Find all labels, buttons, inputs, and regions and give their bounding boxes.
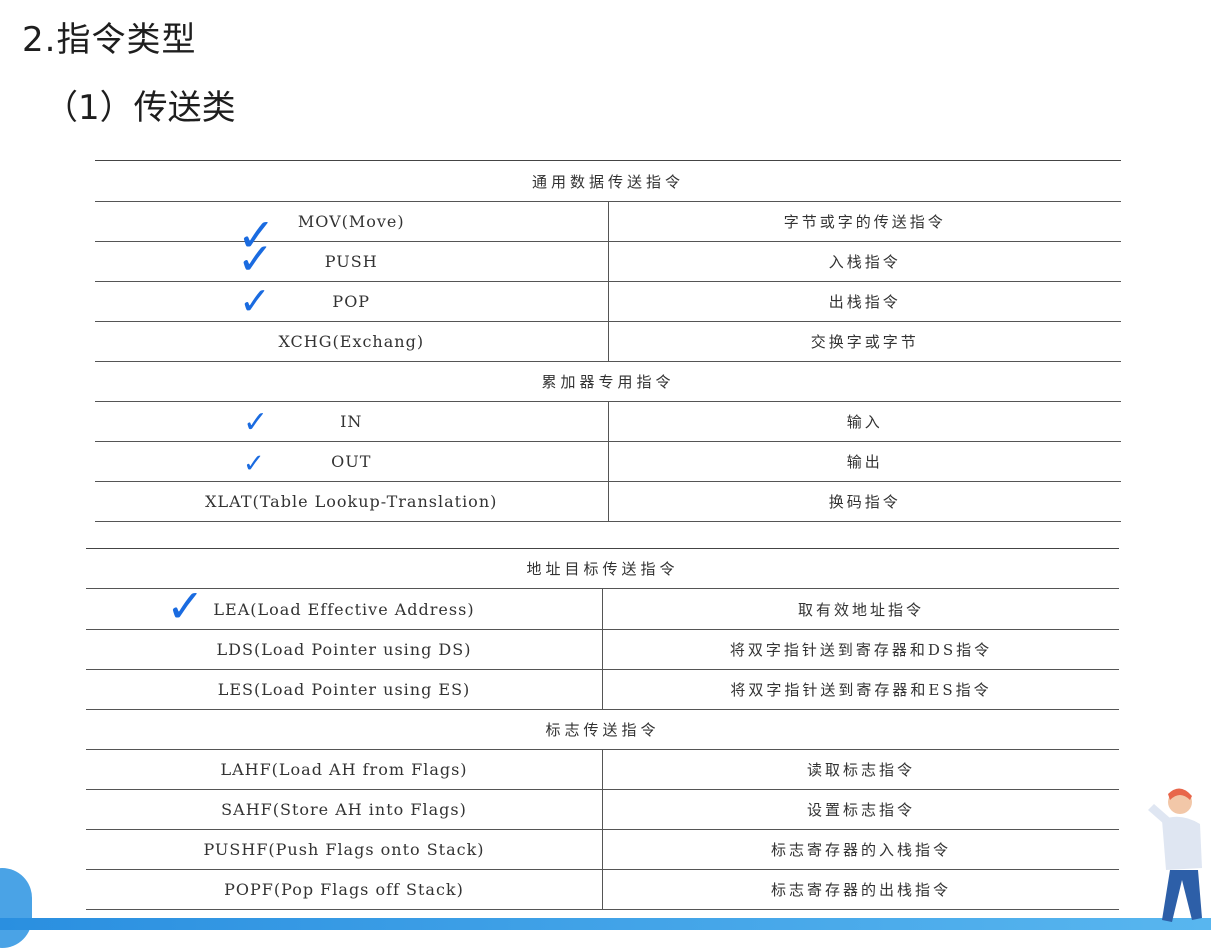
instruction-cell-in: ✓ IN <box>95 401 609 442</box>
check-mark-icon: ✓ <box>243 449 266 479</box>
instruction-name: LAHF(Load AH from Flags) <box>220 760 468 779</box>
instruction-name: IN <box>340 412 363 431</box>
instruction-desc: 将双字指针送到寄存器和DS指令 <box>602 629 1119 670</box>
instruction-name: LEA(Load Effective Address) <box>213 599 475 619</box>
section-header-flag-transfer: 标志传送指令 <box>86 709 1119 750</box>
instruction-cell-out: ✓ OUT <box>95 441 609 482</box>
instruction-desc: 出栈指令 <box>608 281 1121 322</box>
instruction-desc: 标志寄存器的出栈指令 <box>602 869 1119 910</box>
instruction-cell-popf: POPF(Pop Flags off Stack) <box>86 869 603 910</box>
instruction-cell-lds: LDS(Load Pointer using DS) <box>86 629 603 670</box>
instruction-name: LDS(Load Pointer using DS) <box>216 640 472 659</box>
instruction-cell-pop: ✓ POP <box>95 279 609 323</box>
instruction-desc: 读取标志指令 <box>602 749 1119 790</box>
instruction-name: OUT <box>331 452 372 471</box>
instruction-cell-sahf: SAHF(Store AH into Flags) <box>86 789 603 830</box>
instruction-desc: 设置标志指令 <box>602 789 1119 830</box>
instruction-name: XLAT(Table Lookup-Translation) <box>205 492 498 511</box>
instruction-name: PUSHF(Push Flags onto Stack) <box>203 840 485 859</box>
instruction-table-1: 通用数据传送指令 ✓ MOV(Move) 字节或字的传送指令 ✓ PUSH 入栈… <box>95 160 1121 522</box>
instruction-cell-pushf: PUSHF(Push Flags onto Stack) <box>86 829 603 870</box>
instruction-name: POP <box>332 292 371 311</box>
decorative-footer-bar <box>0 918 1211 930</box>
check-mark-icon: ✓ <box>237 234 275 285</box>
instruction-name: MOV(Move) <box>297 212 405 231</box>
person-illustration-icon <box>1148 788 1202 922</box>
instruction-cell-xchg: XCHG(Exchang) <box>95 321 609 362</box>
instruction-desc: 取有效地址指令 <box>602 588 1119 630</box>
instruction-cell-xlat: XLAT(Table Lookup-Translation) <box>95 481 609 522</box>
check-mark-icon: ✓ <box>239 279 272 323</box>
check-mark-icon: ✓ <box>166 579 206 633</box>
instruction-name: LES(Load Pointer using ES) <box>217 680 471 699</box>
section-header-general-transfer: 通用数据传送指令 <box>95 160 1121 202</box>
decorative-blob <box>0 868 32 948</box>
slide-subtitle: （1）传送类 <box>44 88 236 128</box>
instruction-desc: 字节或字的传送指令 <box>608 201 1121 242</box>
instruction-desc: 入栈指令 <box>608 241 1121 282</box>
instruction-desc: 将双字指针送到寄存器和ES指令 <box>602 669 1119 710</box>
instruction-name: SAHF(Store AH into Flags) <box>221 800 467 819</box>
section-header-address-transfer: 地址目标传送指令 <box>86 548 1119 589</box>
instruction-name: POPF(Pop Flags off Stack) <box>224 880 464 899</box>
instruction-cell-push: ✓ PUSH <box>95 238 609 282</box>
section-header-accumulator: 累加器专用指令 <box>95 361 1121 402</box>
instruction-desc: 换码指令 <box>608 481 1121 522</box>
check-mark-icon: ✓ <box>243 405 270 440</box>
slide-title: 2.指令类型 <box>22 20 197 60</box>
instruction-desc: 标志寄存器的入栈指令 <box>602 829 1119 870</box>
instruction-desc: 输入 <box>608 401 1121 442</box>
instruction-cell-les: LES(Load Pointer using ES) <box>86 669 603 710</box>
instruction-cell-lahf: LAHF(Load AH from Flags) <box>86 749 603 790</box>
instruction-cell-mov: ✓ MOV(Move) <box>95 201 609 258</box>
instruction-name: XCHG(Exchang) <box>278 332 425 351</box>
instruction-table-2: 地址目标传送指令 ✓ LEA(Load Effective Address) 取… <box>86 548 1119 910</box>
instruction-name: PUSH <box>324 252 378 271</box>
instruction-desc: 交换字或字节 <box>608 321 1121 362</box>
instruction-cell-lea: ✓ LEA(Load Effective Address) <box>86 583 603 630</box>
instruction-desc: 输出 <box>608 441 1121 482</box>
